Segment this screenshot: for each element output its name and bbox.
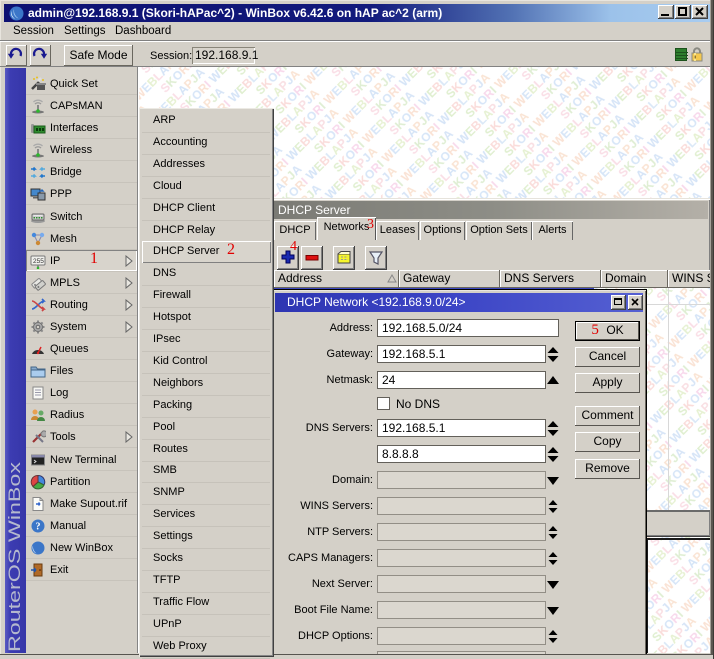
svg-text:?: ? <box>36 522 41 533</box>
svg-text:RouterOS WinBox: RouterOS WinBox <box>5 461 24 652</box>
svg-text:255: 255 <box>33 258 44 265</box>
